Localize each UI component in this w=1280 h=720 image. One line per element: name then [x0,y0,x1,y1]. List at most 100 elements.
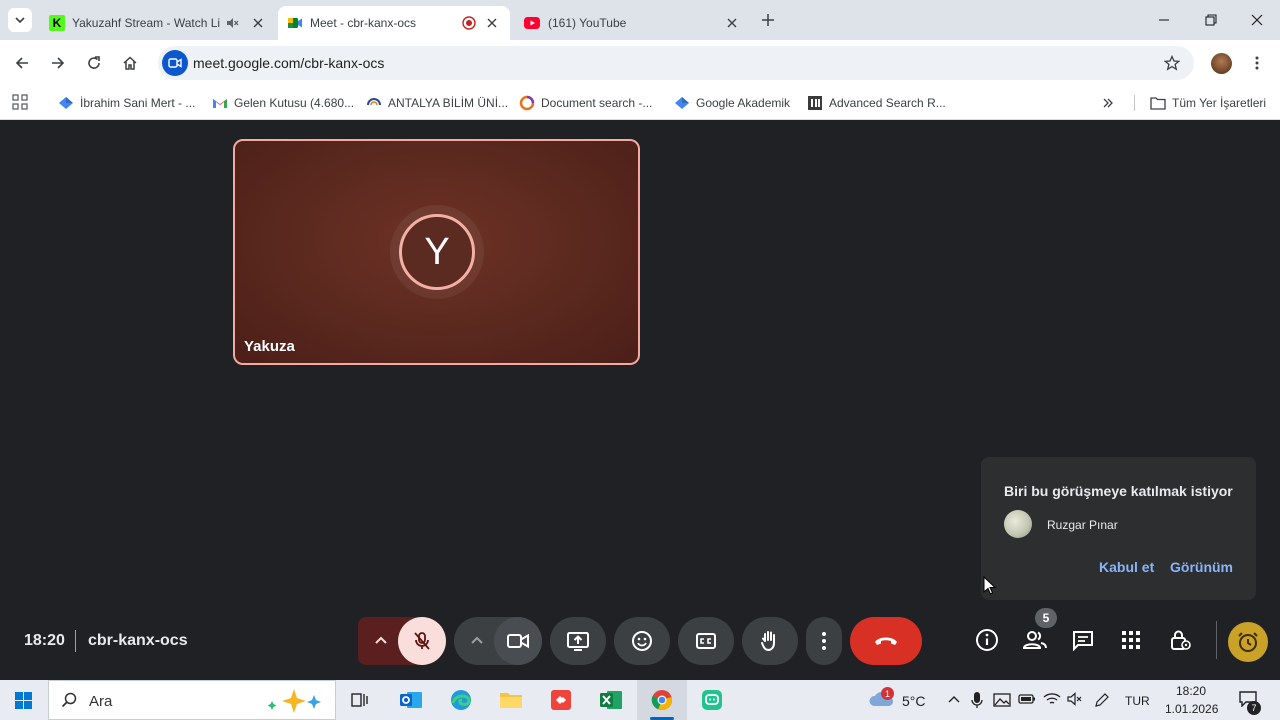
messaging-app[interactable] [696,684,728,716]
chat-button[interactable] [1070,627,1096,653]
speaker-muted-icon[interactable] [1067,692,1083,706]
windows-start-icon[interactable] [15,692,32,709]
minimize-icon[interactable] [1158,14,1170,26]
input-language[interactable]: TUR [1125,694,1150,708]
mouse-cursor-icon [983,576,996,595]
raise-hand-button[interactable] [742,617,798,665]
bookmark-item[interactable]: İbrahim Sani Mert - ... [58,93,195,113]
clock-time[interactable]: 18:20 [1176,684,1206,698]
weather-alert-badge: 1 [881,687,894,700]
join-request-title: Biri bu görüşmeye katılmak istiyor [1004,483,1233,499]
restore-icon[interactable] [1205,14,1217,26]
more-options-button[interactable] [806,617,842,665]
battery-icon[interactable] [1018,692,1036,706]
forward-arrow-icon[interactable] [50,55,66,71]
apps-grid-icon[interactable] [12,94,28,110]
tab-kick-stream[interactable]: K Yakuzahf Stream - Watch Li [40,6,276,40]
edge-app[interactable] [445,684,477,716]
bookmark-item[interactable]: Gelen Kutusu (4.680... [212,93,354,113]
task-view-icon [351,693,368,707]
emoji-smile-icon [632,631,652,651]
search-placeholder: Ara [89,693,113,710]
raise-hand-icon [761,631,775,652]
kebab-menu-icon [822,632,826,650]
browser-toolbar: meet.google.com/cbr-kanx-ocs [0,40,1280,86]
camera-toggle-button[interactable] [494,617,542,665]
anydesk-app[interactable] [545,684,577,716]
divider [75,630,76,652]
outlook-icon [400,692,422,708]
task-view-button[interactable] [344,684,376,716]
address-bar[interactable]: meet.google.com/cbr-kanx-ocs [158,46,1194,80]
host-controls-button[interactable] [1167,627,1193,653]
kebab-menu-icon[interactable] [1254,55,1260,71]
leave-call-button[interactable] [850,617,922,665]
image-tray-icon[interactable] [993,692,1011,708]
present-screen-button[interactable] [550,617,606,665]
participant-tile[interactable]: Y Yakuza [233,139,640,365]
view-button[interactable]: Görünüm [1170,559,1233,575]
excel-app[interactable] [595,684,627,716]
window-close-icon[interactable] [1251,14,1263,26]
taskbar-search-box[interactable]: Ara [48,680,336,720]
reactions-button[interactable] [614,617,670,665]
more-bookmarks-chevron-icon[interactable] [1102,97,1114,109]
participant-avatar: Y [399,214,475,290]
profile-avatar[interactable] [1211,53,1232,74]
meet-stage: Y Yakuza Biri bu görüşmeye katılmak isti… [0,121,1280,680]
weather-temperature[interactable]: 5°C [902,693,926,709]
tab-close-button[interactable] [724,15,740,31]
bookmark-item[interactable]: ANTALYA BİLİM ÜNİ... [366,93,508,113]
university-icon [366,95,382,111]
people-button[interactable] [1022,627,1048,653]
bookmark-item[interactable]: Advanced Search R... [807,93,946,113]
bookmark-divider [1134,95,1135,111]
microphone-toggle-button[interactable] [398,617,446,665]
all-bookmarks-folder[interactable]: Tüm Yer İşaretleri [1150,93,1266,113]
outlook-app[interactable] [395,684,427,716]
site-info-button[interactable] [162,50,188,76]
muted-speaker-icon[interactable] [225,16,239,30]
tab-google-meet[interactable]: Meet - cbr-kanx-ocs [278,6,510,40]
tab-search-button[interactable] [8,8,32,32]
closed-captions-icon [696,633,716,649]
mic-options-chevron-icon[interactable] [374,635,388,645]
url-text: meet.google.com/cbr-kanx-ocs [193,55,385,71]
home-icon[interactable] [122,55,138,71]
tab-close-button[interactable] [484,15,500,31]
back-arrow-icon[interactable] [14,55,30,71]
clock-date[interactable]: 1.01.2026 [1165,702,1218,716]
new-tab-plus-icon[interactable] [761,13,775,27]
wifi-icon[interactable] [1043,692,1061,706]
microphone-in-use-icon[interactable] [971,691,983,709]
tab-close-button[interactable] [250,15,266,31]
anydesk-icon [551,690,571,710]
meeting-details-button[interactable] [974,627,1000,653]
camera-options-chevron-icon[interactable] [470,635,484,645]
scholar-icon [58,95,74,111]
recording-indicator-icon [462,16,476,30]
captions-button[interactable] [678,617,734,665]
google-meet-icon [288,18,302,28]
mic-off-icon [414,632,430,650]
pen-icon[interactable] [1094,692,1110,708]
folder-icon [500,693,522,708]
reload-icon[interactable] [86,55,102,71]
meeting-timer-button[interactable] [1228,622,1268,662]
participant-count-badge: 5 [1035,608,1057,628]
host-controls-lock-icon [1171,630,1191,650]
hidden-icons-chevron-icon[interactable] [947,694,961,704]
bookmark-label: İbrahim Sani Mert - ... [80,96,196,110]
chrome-app[interactable] [646,684,678,716]
bookmark-item[interactable]: Google Akademik [674,93,790,113]
bookmark-star-icon[interactable] [1164,55,1180,71]
tab-youtube[interactable]: (161) YouTube [514,6,750,40]
accept-button[interactable]: Kabul et [1099,559,1154,575]
bookmark-item[interactable]: Document search -... [519,93,652,113]
activities-button[interactable] [1118,627,1144,653]
kick-icon: K [49,15,65,31]
file-explorer-app[interactable] [495,684,527,716]
excel-icon [600,691,622,709]
folder-icon [1150,95,1166,111]
video-camera-icon [168,58,182,68]
